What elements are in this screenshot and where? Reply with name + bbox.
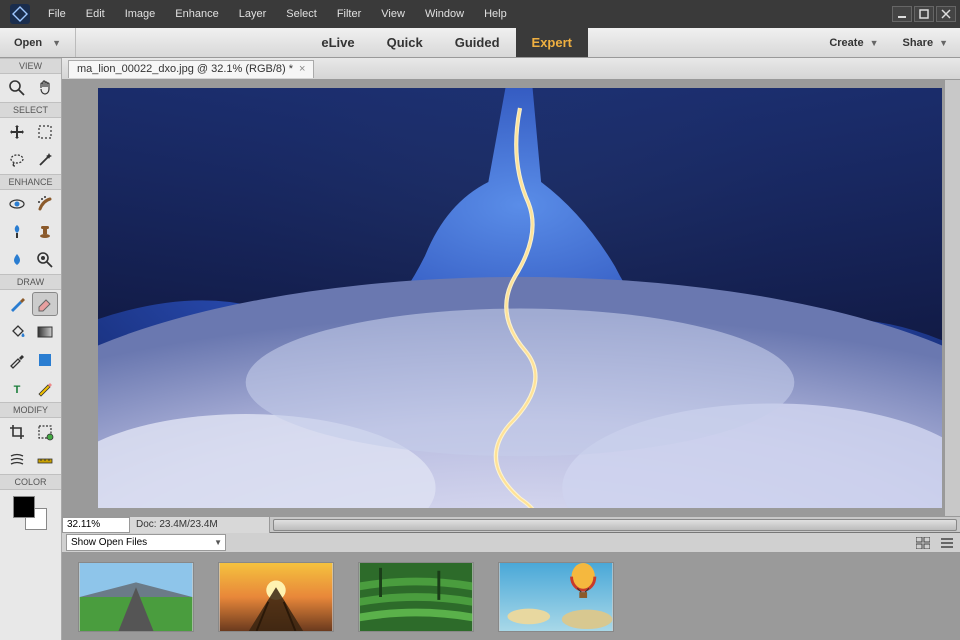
menu-select[interactable]: Select — [276, 2, 327, 26]
document-tab[interactable]: ma_lion_00022_dxo.jpg @ 32.1% (RGB/8) * … — [68, 60, 314, 78]
move-tool[interactable] — [4, 120, 30, 144]
right-actions: Create ▼ Share ▼ — [817, 28, 960, 57]
sponge-tool[interactable] — [32, 248, 58, 272]
caret-down-icon: ▼ — [52, 38, 61, 48]
menu-items: File Edit Image Enhance Layer Select Fil… — [38, 2, 517, 26]
marquee-tool[interactable] — [32, 120, 58, 144]
document-tab-label: ma_lion_00022_dxo.jpg @ 32.1% (RGB/8) * — [77, 63, 293, 75]
menu-view[interactable]: View — [371, 2, 415, 26]
smart-brush-tool[interactable] — [4, 220, 30, 244]
text-tool[interactable]: T — [4, 376, 30, 400]
open-label: Open — [14, 37, 42, 49]
grid-icon[interactable] — [914, 535, 932, 551]
gradient-tool[interactable] — [32, 320, 58, 344]
tab-expert[interactable]: Expert — [516, 28, 588, 57]
section-draw: DRAW — [0, 274, 61, 290]
menu-filter[interactable]: Filter — [327, 2, 371, 26]
section-modify: MODIFY — [0, 402, 61, 418]
paint-bucket-tool[interactable] — [4, 320, 30, 344]
magic-wand-tool[interactable] — [32, 148, 58, 172]
status-bar: 32.11% Doc: 23.4M/23.4M — [62, 516, 960, 532]
create-label: Create — [829, 37, 863, 49]
share-button[interactable]: Share ▼ — [891, 37, 960, 49]
clone-stamp-tool[interactable] — [32, 220, 58, 244]
app-logo-icon — [8, 2, 32, 26]
shape-tool[interactable] — [32, 348, 58, 372]
zoom-readout[interactable]: 32.11% — [62, 517, 130, 533]
doc-size-readout: Doc: 23.4M/23.4M — [130, 517, 270, 533]
tab-elive[interactable]: eLive — [305, 28, 370, 57]
section-color: COLOR — [0, 474, 61, 490]
eraser-tool[interactable] — [32, 292, 58, 316]
content-aware-tool[interactable] — [4, 448, 30, 472]
document-image — [98, 88, 942, 508]
horizontal-scrollbar[interactable] — [270, 518, 960, 532]
menu-image[interactable]: Image — [115, 2, 166, 26]
foreground-color-swatch[interactable] — [13, 496, 35, 518]
window-controls — [892, 6, 958, 22]
close-button[interactable] — [936, 6, 956, 22]
document-tab-bar: ma_lion_00022_dxo.jpg @ 32.1% (RGB/8) * … — [62, 58, 960, 80]
menu-layer[interactable]: Layer — [229, 2, 277, 26]
canvas-viewport[interactable] — [98, 88, 942, 508]
color-swatches[interactable] — [11, 494, 51, 534]
hand-tool[interactable] — [32, 76, 58, 100]
thumbnail[interactable] — [218, 562, 334, 632]
tab-guided[interactable]: Guided — [439, 28, 516, 57]
tab-quick[interactable]: Quick — [371, 28, 439, 57]
section-enhance: ENHANCE — [0, 174, 61, 190]
crop-tool[interactable] — [4, 420, 30, 444]
menubar: File Edit Image Enhance Layer Select Fil… — [0, 0, 960, 28]
thumbnail[interactable] — [78, 562, 194, 632]
open-files-dropdown[interactable]: Show Open Files — [66, 534, 226, 551]
mode-bar: Open ▼ eLive Quick Guided Expert Create ▼… — [0, 28, 960, 58]
close-tab-icon[interactable]: × — [299, 63, 305, 75]
caret-down-icon: ▼ — [870, 38, 879, 48]
brush-tool[interactable] — [4, 292, 30, 316]
menu-file[interactable]: File — [38, 2, 76, 26]
svg-text:T: T — [13, 384, 20, 396]
vertical-scrollbar[interactable] — [944, 80, 960, 516]
body: VIEW SELECT ENHANCE DRAW — [0, 58, 960, 640]
section-select: SELECT — [0, 102, 61, 118]
share-label: Share — [903, 37, 934, 49]
zoom-tool[interactable] — [4, 76, 30, 100]
minimize-button[interactable] — [892, 6, 912, 22]
menu-help[interactable]: Help — [474, 2, 517, 26]
eyedropper-tool[interactable] — [4, 348, 30, 372]
menu-enhance[interactable]: Enhance — [165, 2, 228, 26]
create-button[interactable]: Create ▼ — [817, 37, 890, 49]
caret-down-icon: ▼ — [939, 38, 948, 48]
spot-heal-tool[interactable] — [32, 192, 58, 216]
maximize-button[interactable] — [914, 6, 934, 22]
section-view: VIEW — [0, 58, 61, 74]
mode-tabs: eLive Quick Guided Expert — [305, 28, 588, 57]
straighten-tool[interactable] — [32, 448, 58, 472]
thumbnail[interactable] — [498, 562, 614, 632]
recompose-tool[interactable] — [32, 420, 58, 444]
menu-edit[interactable]: Edit — [76, 2, 115, 26]
thumbnail[interactable] — [358, 562, 474, 632]
canvas-area: 32.11% Doc: 23.4M/23.4M — [62, 80, 960, 532]
photo-bin: Show Open Files — [62, 532, 960, 640]
thumbnail-strip — [62, 553, 960, 640]
blur-tool[interactable] — [4, 248, 30, 272]
workspace: ma_lion_00022_dxo.jpg @ 32.1% (RGB/8) * … — [62, 58, 960, 640]
lasso-tool[interactable] — [4, 148, 30, 172]
photo-bin-controls: Show Open Files — [62, 533, 960, 553]
redeye-tool[interactable] — [4, 192, 30, 216]
pencil-tool[interactable] — [32, 376, 58, 400]
open-button[interactable]: Open ▼ — [0, 28, 76, 57]
menu-window[interactable]: Window — [415, 2, 474, 26]
toolbox: VIEW SELECT ENHANCE DRAW — [0, 58, 62, 640]
panel-menu-icon[interactable] — [938, 535, 956, 551]
